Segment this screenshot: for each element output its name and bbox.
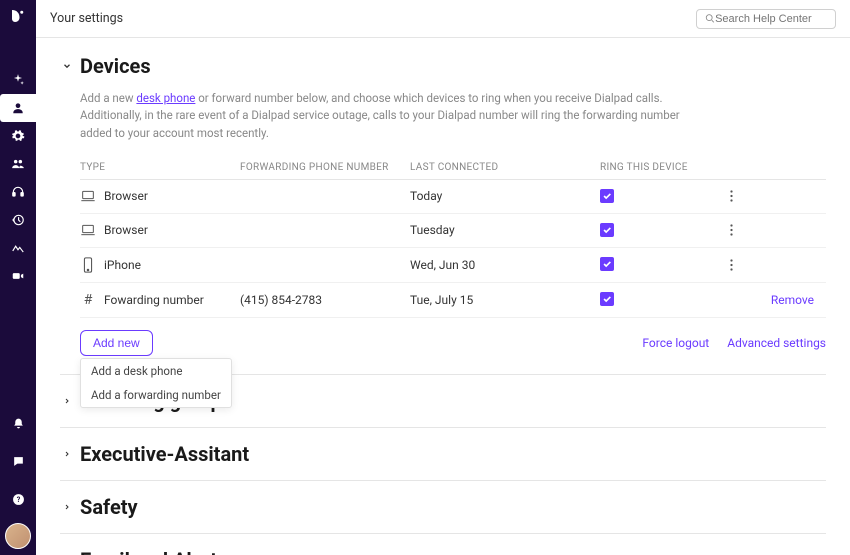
history-icon[interactable]: [0, 206, 36, 234]
mobile-icon: [80, 257, 96, 273]
header: Your settings: [36, 0, 850, 38]
ring-checkbox[interactable]: [600, 189, 614, 203]
sidebar-bottom: ?: [0, 409, 36, 549]
table-row: iPhone Wed, Jun 30: [80, 248, 826, 283]
chat-icon[interactable]: [0, 447, 36, 475]
video-icon[interactable]: [0, 262, 36, 290]
advanced-settings-link[interactable]: Advanced settings: [727, 336, 826, 350]
table-row: Browser Tuesday: [80, 214, 826, 248]
page-title: Your settings: [50, 11, 123, 26]
content: Devices Add a new desk phone or forward …: [36, 38, 850, 555]
chevron-right-icon: [60, 396, 74, 406]
table-header: TYPE FORWARDING PHONE NUMBER LAST CONNEC…: [80, 156, 826, 180]
add-new-button[interactable]: Add new: [80, 330, 153, 356]
col-ring: RING THIS DEVICE: [570, 162, 730, 173]
force-logout-link[interactable]: Force logout: [642, 336, 709, 350]
device-type: iPhone: [104, 258, 141, 272]
more-menu[interactable]: [730, 223, 820, 237]
search-box[interactable]: [696, 9, 836, 29]
section-executive-assistant: Executive-Assitant: [60, 428, 826, 481]
table-row: Browser Today: [80, 180, 826, 214]
section-head-devices[interactable]: Devices: [60, 38, 826, 90]
bell-icon[interactable]: [0, 409, 36, 437]
device-last: Tue, July 15: [410, 293, 570, 307]
activity-icon[interactable]: [0, 234, 36, 262]
section-safety: Safety: [60, 481, 826, 534]
sparkle-icon[interactable]: [0, 66, 36, 94]
add-new-dropdown: Add a desk phone Add a forwarding number: [80, 358, 232, 408]
avatar[interactable]: [5, 523, 31, 549]
more-menu[interactable]: [730, 189, 820, 203]
section-email-alerts: Email and Alerts: [60, 534, 826, 555]
section-head[interactable]: Safety: [60, 481, 826, 533]
section-title: Devices: [80, 54, 151, 78]
ring-checkbox[interactable]: [600, 257, 614, 271]
headset-icon[interactable]: [0, 178, 36, 206]
section-devices: Devices Add a new desk phone or forward …: [60, 38, 826, 375]
table-row: # Fowarding number (415) 854-2783 Tue, J…: [80, 283, 826, 318]
chevron-down-icon: [60, 61, 74, 71]
col-fwd: FORWARDING PHONE NUMBER: [240, 162, 410, 173]
help-pre: Add a new: [80, 91, 136, 105]
chevron-right-icon: [60, 449, 74, 459]
device-last: Tuesday: [410, 223, 570, 237]
remove-link[interactable]: Remove: [730, 293, 820, 307]
device-type: Browser: [104, 189, 148, 203]
ring-checkbox[interactable]: [600, 223, 614, 237]
person-icon[interactable]: [0, 94, 36, 122]
devices-help-text: Add a new desk phone or forward number b…: [60, 90, 700, 156]
laptop-icon: [80, 190, 96, 202]
help-icon[interactable]: ?: [0, 485, 36, 513]
search-input[interactable]: [715, 13, 827, 25]
ring-checkbox[interactable]: [600, 292, 614, 306]
device-last: Today: [410, 189, 570, 203]
col-type: TYPE: [80, 162, 240, 173]
device-type: Browser: [104, 223, 148, 237]
section-title: Safety: [80, 495, 138, 519]
right-links: Force logout Advanced settings: [642, 336, 826, 350]
desk-phone-link[interactable]: desk phone: [136, 91, 195, 105]
chevron-right-icon: [60, 502, 74, 512]
app-logo[interactable]: [8, 6, 28, 26]
devices-actions: Add new Add a desk phone Add a forwardin…: [60, 318, 826, 374]
add-desk-phone-item[interactable]: Add a desk phone: [81, 359, 231, 383]
gear-icon[interactable]: [0, 122, 36, 150]
device-fwd: (415) 854-2783: [240, 293, 410, 307]
svg-text:?: ?: [16, 495, 20, 504]
search-icon: [705, 13, 715, 24]
laptop-icon: [80, 224, 96, 236]
section-title: Email and Alerts: [80, 548, 227, 555]
section-head[interactable]: Email and Alerts: [60, 534, 826, 555]
sidebar: ?: [0, 0, 36, 555]
device-last: Wed, Jun 30: [410, 258, 570, 272]
team-icon[interactable]: [0, 150, 36, 178]
section-head[interactable]: Executive-Assitant: [60, 428, 826, 480]
section-title: Executive-Assitant: [80, 442, 249, 466]
col-last: LAST CONNECTED: [410, 162, 570, 173]
add-forwarding-number-item[interactable]: Add a forwarding number: [81, 383, 231, 407]
hash-icon: #: [80, 292, 96, 308]
devices-table: TYPE FORWARDING PHONE NUMBER LAST CONNEC…: [80, 156, 826, 318]
more-menu[interactable]: [730, 258, 820, 272]
device-type: Fowarding number: [104, 293, 204, 307]
